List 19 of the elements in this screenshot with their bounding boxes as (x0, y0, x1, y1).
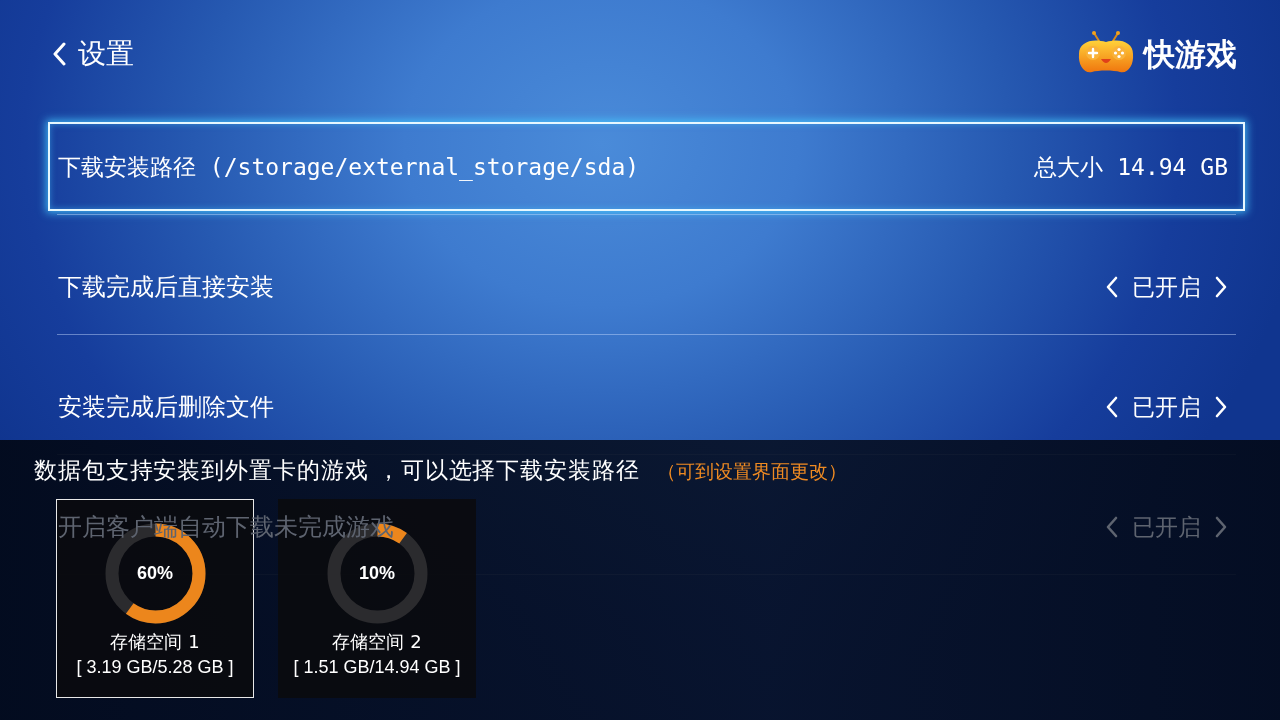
setting-label: 下载安装路径 (/storage/external_storage/sda) (58, 152, 640, 182)
setting-value: 已开启 (1132, 272, 1201, 302)
hint-note: （可到设置界面更改） (656, 459, 847, 483)
setting-value: 已开启 (1132, 392, 1201, 422)
volume-usage: [ 3.19 GB/5.28 GB ] (76, 656, 234, 678)
page-title: 设置 (78, 37, 134, 71)
setting-label: 安装完成后删除文件 (58, 391, 274, 422)
setting-value: 已开启 (1132, 512, 1201, 542)
hint-text: 数据包支持安装到外置卡的游戏 ，可以选择下载安装路径 (34, 458, 640, 482)
back-icon (52, 42, 66, 66)
setting-row[interactable]: 下载安装路径 (/storage/external_storage/sda) 总大小 14.94 GB (48, 122, 1245, 211)
total-size-text: 总大小 14.94 GB (1034, 152, 1228, 182)
brand-name: 快游戏 (1144, 36, 1237, 72)
volume-name: 存储空间 2 (332, 631, 422, 653)
volume-usage: [ 1.51 GB/14.94 GB ] (293, 656, 461, 678)
volume-name: 存储空间 1 (110, 631, 200, 653)
setting-label: 下载完成后直接安装 (58, 271, 274, 302)
usage-percent: 10% (359, 563, 395, 584)
usage-percent: 60% (137, 563, 173, 584)
